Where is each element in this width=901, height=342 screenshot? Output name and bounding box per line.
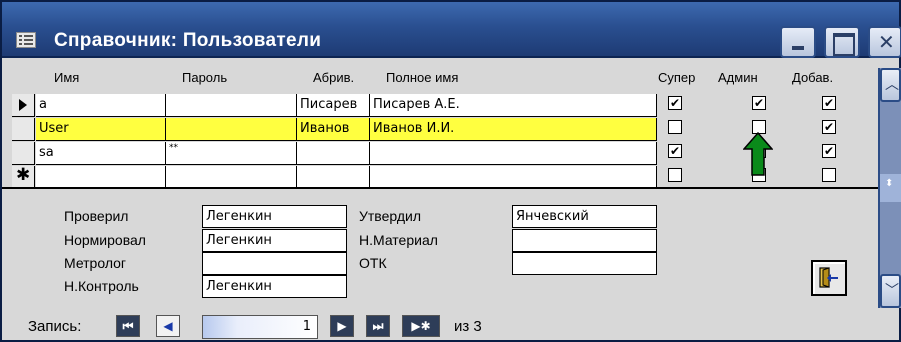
next-record-button[interactable]: ▶: [330, 315, 354, 337]
scroll-thumb[interactable]: ⬍: [880, 174, 901, 202]
first-record-button[interactable]: ⏮: [116, 315, 140, 337]
close-icon: ✕: [878, 30, 895, 54]
field-hmaterial[interactable]: [512, 229, 657, 252]
cell-fullname[interactable]: [370, 166, 657, 189]
cell-fullname[interactable]: Писарев А.Е.: [370, 94, 657, 117]
cell-abbrev[interactable]: [297, 142, 370, 165]
maximize-button[interactable]: [824, 26, 860, 58]
field-normcontrol[interactable]: Легенкин: [202, 229, 347, 252]
cell-password[interactable]: [166, 166, 297, 189]
label-otk: ОТК: [359, 255, 387, 271]
scroll-down-button[interactable]: ﹀: [880, 274, 901, 308]
exit-button[interactable]: [811, 260, 847, 296]
record-label: Запись:: [28, 318, 82, 335]
record-navigation-bar: Запись: ⏮ ◀ 1 ▶ ⏭ ▶✱ из 3: [2, 312, 899, 342]
label-metrologist: Метролог: [64, 255, 127, 271]
field-otk[interactable]: [512, 252, 657, 275]
title-bar: Справочник: Пользователи ✕: [2, 2, 901, 58]
new-record-button[interactable]: ▶✱: [402, 315, 440, 337]
cell-password[interactable]: [166, 94, 297, 117]
app-window: Справочник: Пользователи ✕ Имя Пароль Аб…: [0, 0, 901, 342]
cell-name[interactable]: sa: [36, 142, 166, 165]
cell-fullname[interactable]: [370, 142, 657, 165]
checkbox-add[interactable]: [822, 144, 836, 158]
checkbox-super[interactable]: [668, 168, 682, 182]
label-normcontrol: Нормировал: [64, 232, 146, 248]
current-record-field[interactable]: 1: [202, 315, 318, 339]
last-record-button[interactable]: ⏭: [366, 315, 390, 337]
scroll-up-button[interactable]: ︿: [880, 68, 901, 102]
cell-name[interactable]: [36, 166, 166, 189]
window-title: Справочник: Пользователи: [54, 30, 322, 51]
checkbox-add[interactable]: [822, 120, 836, 134]
field-approved[interactable]: Янчевский: [512, 205, 657, 228]
checkbox-super[interactable]: [668, 96, 682, 110]
label-ncontrol: Н.Контроль: [64, 278, 139, 294]
column-header-name: Имя: [54, 70, 80, 85]
checkbox-admin[interactable]: [752, 96, 766, 110]
field-ncontrol[interactable]: Легенкин: [202, 275, 347, 298]
chevron-up-icon: ︿: [885, 77, 899, 93]
column-header-password: Пароль: [182, 70, 228, 85]
checkbox-add[interactable]: [822, 96, 836, 110]
checkbox-add[interactable]: [822, 168, 836, 182]
cell-abbrev[interactable]: Иванов: [297, 118, 370, 141]
label-approved: Утвердил: [359, 208, 421, 224]
column-header-super: Супер: [658, 70, 696, 85]
green-up-arrow-icon: [743, 132, 773, 176]
row-selector[interactable]: [12, 142, 35, 165]
cell-fullname[interactable]: Иванов И.И.: [370, 118, 657, 141]
column-header-fullname: Полное имя: [386, 70, 459, 85]
checkbox-super[interactable]: [668, 144, 682, 158]
row-selector[interactable]: [12, 94, 35, 117]
column-header-abbrev: Абрив.: [313, 70, 355, 85]
new-record-icon: ✱: [16, 165, 31, 185]
close-button[interactable]: ✕: [868, 26, 901, 58]
row-selector[interactable]: [12, 118, 35, 141]
form-icon: [16, 32, 36, 48]
label-checked: Проверил: [64, 208, 129, 224]
cell-password[interactable]: **: [166, 142, 297, 165]
cell-password[interactable]: [166, 118, 297, 141]
previous-record-button[interactable]: ◀: [156, 315, 180, 337]
chevron-down-icon: ﹀: [885, 283, 899, 299]
record-count-label: из 3: [454, 318, 482, 335]
row-selector[interactable]: ✱: [12, 165, 35, 189]
field-metrologist[interactable]: [202, 252, 347, 275]
cell-abbrev[interactable]: Писарев: [297, 94, 370, 117]
column-header-admin: Админ: [718, 70, 758, 85]
checkbox-super[interactable]: [668, 120, 682, 134]
exit-door-icon: [819, 267, 838, 288]
minimize-button[interactable]: [780, 26, 816, 58]
column-header-add: Добав.: [792, 70, 834, 85]
label-hmaterial: Н.Материал: [359, 232, 438, 248]
section-divider: [2, 187, 878, 189]
vertical-scrollbar[interactable]: ︿ ⬍ ﹀: [878, 68, 901, 308]
cell-name[interactable]: User: [36, 118, 166, 141]
cell-name[interactable]: a: [36, 94, 166, 117]
field-checked[interactable]: Легенкин: [202, 205, 347, 228]
grip-icon: ⬍: [885, 178, 894, 189]
cell-abbrev[interactable]: [297, 166, 370, 189]
current-record-icon: [19, 99, 27, 111]
